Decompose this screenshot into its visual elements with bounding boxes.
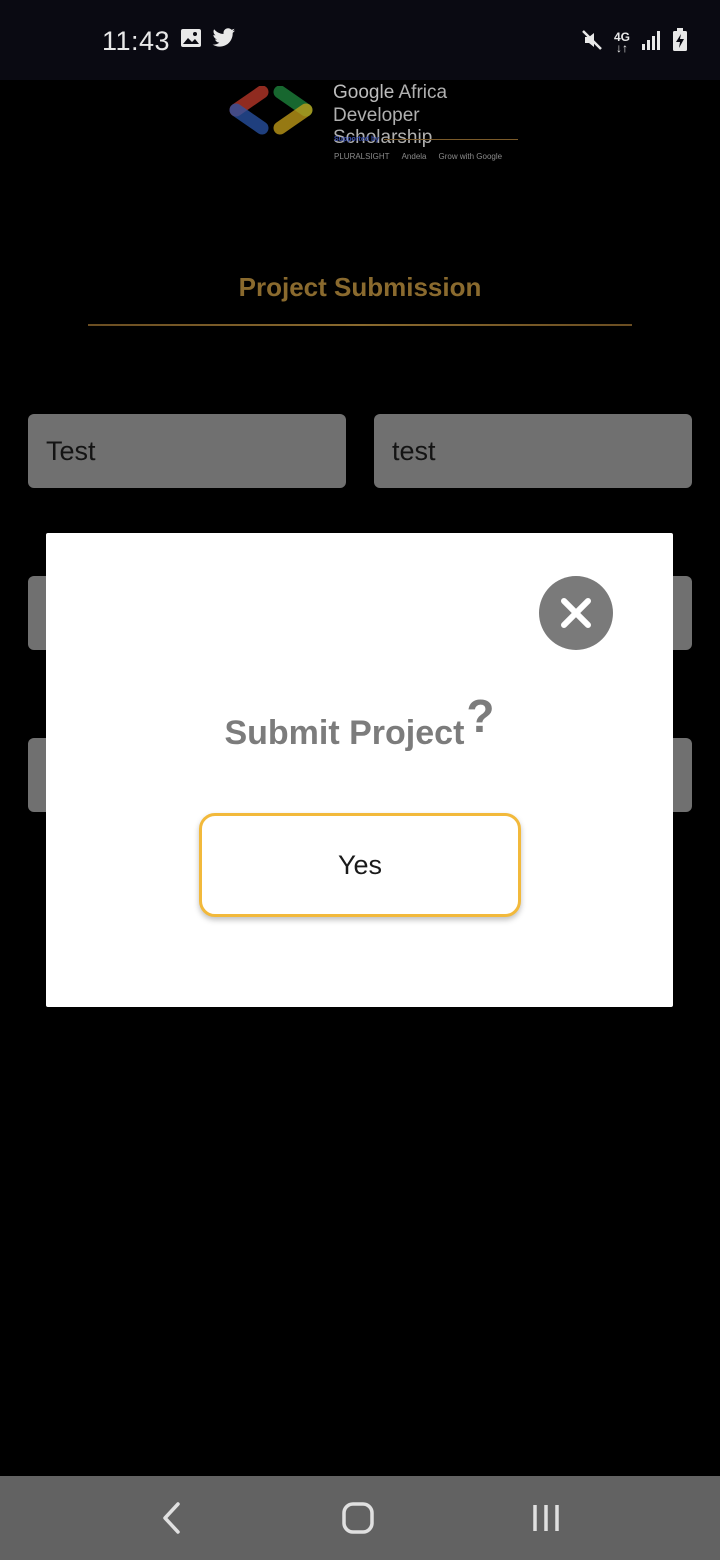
network-4g-icon: 4G ↓↑ <box>613 29 630 55</box>
partner-andela: Andela <box>401 152 427 161</box>
status-left-icons <box>180 28 236 53</box>
confirm-dialog: Submit Project? Yes <box>46 533 673 1007</box>
logo-africa-text: Africa <box>394 82 448 103</box>
recent-apps-button[interactable] <box>486 1476 606 1560</box>
dialog-title-text: Submit Project <box>224 714 465 752</box>
home-icon <box>342 1502 374 1534</box>
recent-apps-icon <box>533 1505 559 1531</box>
battery-charging-icon <box>672 28 688 57</box>
title-underline <box>88 324 632 326</box>
logo-google-text: Google <box>333 82 395 103</box>
yes-button[interactable]: Yes <box>199 813 521 917</box>
mute-icon <box>580 28 604 57</box>
gads-logo: Google Africa Developer Scholarship Supp… <box>224 80 524 170</box>
back-button[interactable] <box>112 1476 232 1560</box>
back-icon <box>163 1502 180 1534</box>
page-title: Project Submission <box>238 272 482 302</box>
partner-pluralsight: PLURALSIGHT <box>334 152 390 161</box>
status-right-icons: 4G ↓↑ <box>580 28 688 57</box>
code-brackets-icon <box>229 86 313 135</box>
logo-partners: PLURALSIGHT Andela Grow with Google <box>334 152 502 161</box>
close-icon <box>561 598 591 628</box>
dialog-title: Submit Project? <box>46 690 673 755</box>
status-time: 11:43 <box>102 26 171 56</box>
first-name-field[interactable]: Test <box>28 414 346 488</box>
last-name-field[interactable]: test <box>374 414 692 488</box>
signal-icon <box>640 29 662 56</box>
close-button[interactable] <box>539 576 613 650</box>
logo-supported-by: Supported by <box>334 136 380 143</box>
navigation-bar <box>0 1476 720 1560</box>
twitter-icon <box>212 28 236 53</box>
image-icon <box>180 28 202 53</box>
partner-grow-with-google: Grow with Google <box>438 152 503 161</box>
status-bar: 11:43 4G ↓↑ <box>0 0 720 80</box>
logo-title: Google Africa <box>333 82 447 104</box>
logo-divider <box>384 139 518 140</box>
home-button[interactable] <box>298 1476 418 1560</box>
network-label: 4G <box>613 29 630 44</box>
dialog-question-mark: ? <box>466 690 495 742</box>
